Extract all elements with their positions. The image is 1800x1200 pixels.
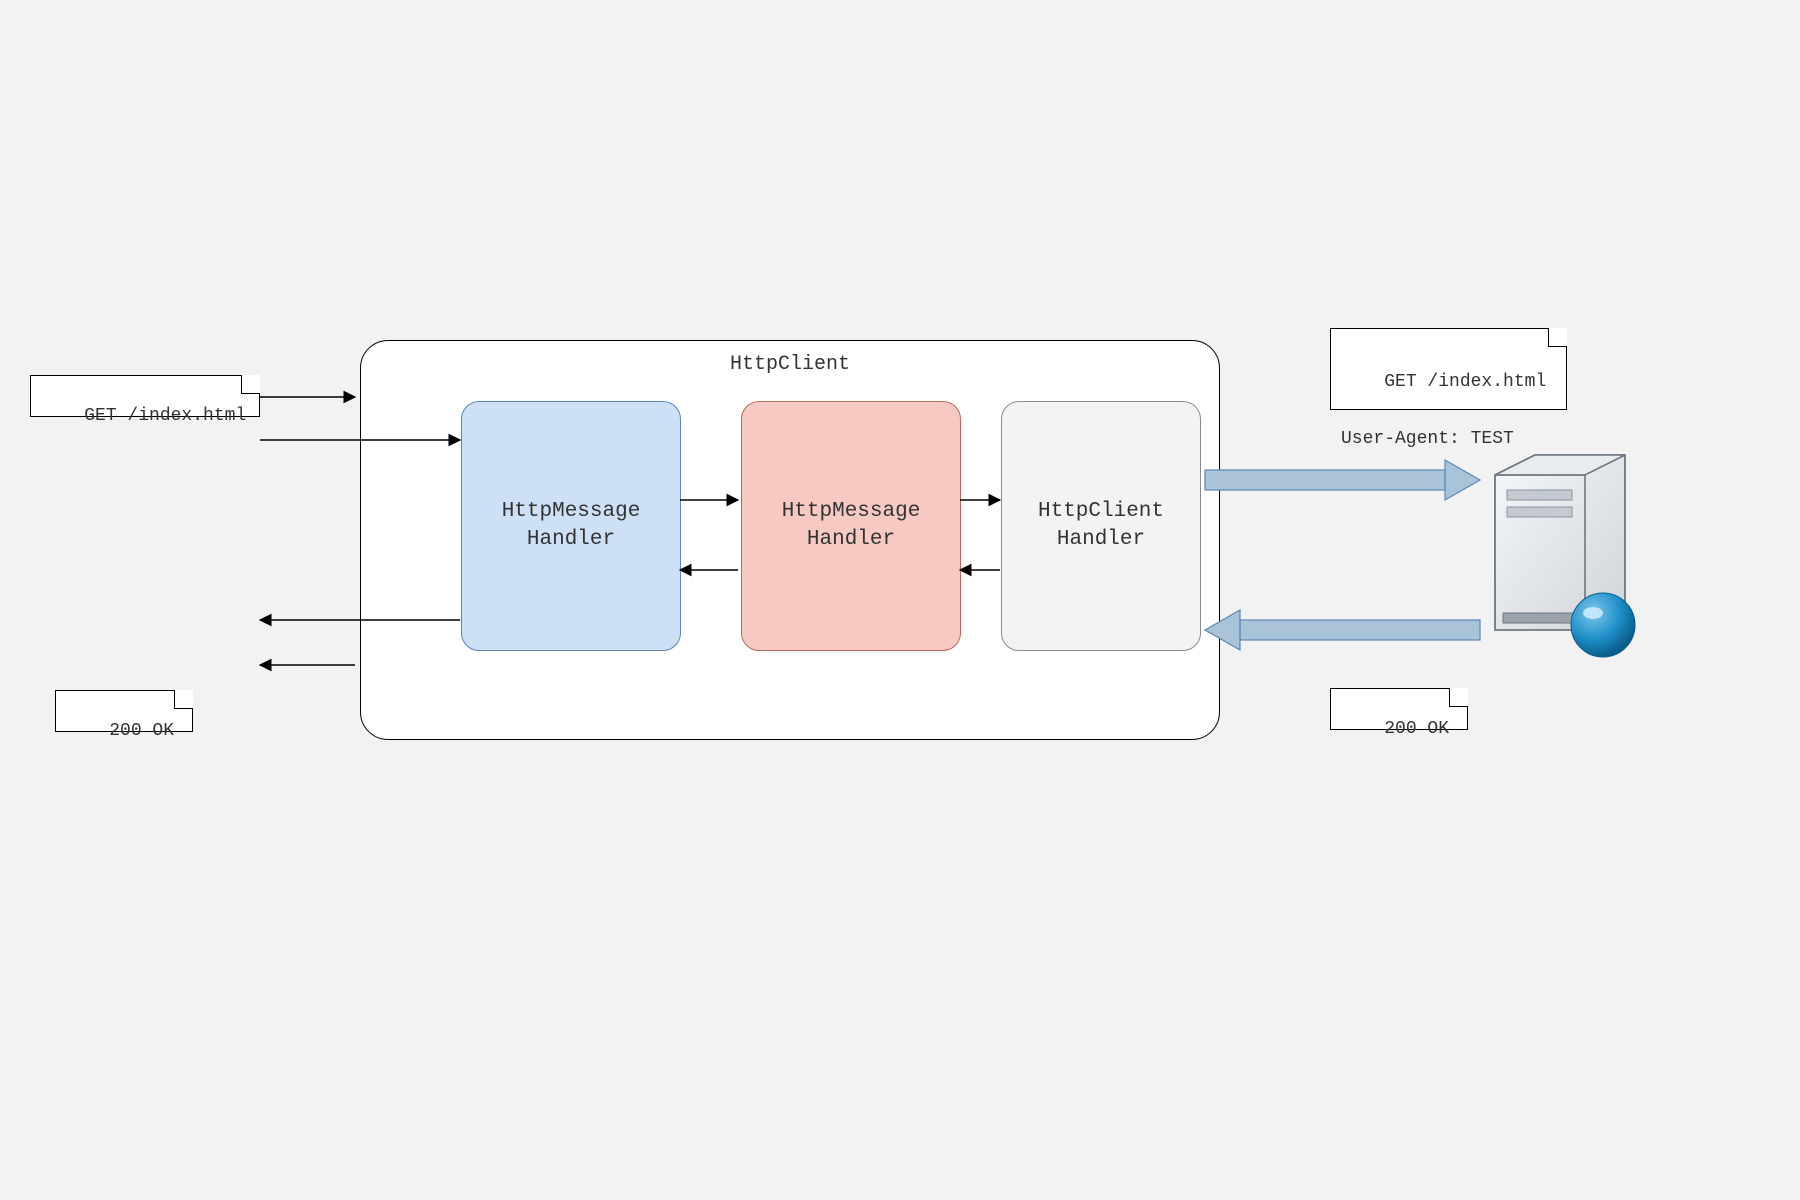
note-response-right-text: 200 OK [1384,719,1449,739]
note-fold-icon [241,375,260,394]
handler-httpclient-label: HttpClient Handler [1038,498,1164,555]
note-request-right: GET /index.html User-Agent: TEST [1330,328,1567,410]
server-icon [1495,455,1635,657]
diagram-canvas: HttpClient HttpMessage Handler HttpMessa… [0,0,1800,1200]
handler-httpmessage-2: HttpMessage Handler [741,401,961,651]
httpclient-container: HttpClient HttpMessage Handler HttpMessa… [360,340,1220,740]
note-fold-icon [1449,688,1468,707]
note-request-right-text: GET /index.html User-Agent: TEST [1341,372,1546,450]
handler-httpmessage-1-label: HttpMessage Handler [502,498,641,555]
note-request-left: GET /index.html [30,375,260,417]
handler-httpmessage-2-label: HttpMessage Handler [782,498,921,555]
note-response-right: 200 OK [1330,688,1468,730]
note-request-left-text: GET /index.html [84,406,246,426]
arrow-from-server [1205,610,1480,650]
handler-httpmessage-1: HttpMessage Handler [461,401,681,651]
note-response-left: 200 OK [55,690,193,732]
note-fold-icon [1548,328,1567,347]
httpclient-title: HttpClient [361,353,1219,376]
note-response-left-text: 200 OK [109,721,174,741]
handler-httpclient: HttpClient Handler [1001,401,1201,651]
note-fold-icon [174,690,193,709]
